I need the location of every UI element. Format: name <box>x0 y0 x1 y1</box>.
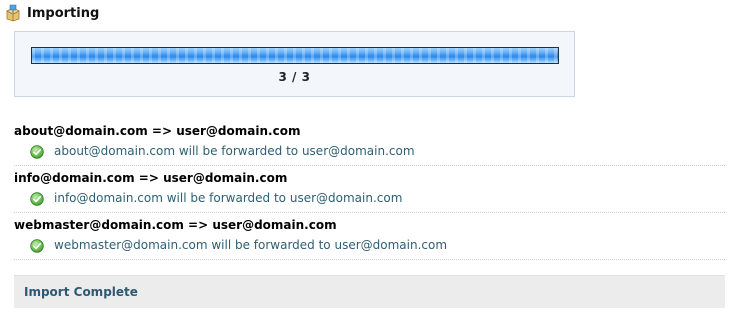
forward-rule-message: webmaster@domain.com will be forwarded t… <box>54 238 448 252</box>
page-header: Importing <box>4 3 99 23</box>
list-item: info@domain.com => user@domain.com info@… <box>14 167 725 213</box>
check-icon <box>30 238 44 253</box>
forward-rule-title: webmaster@domain.com => user@domain.com <box>14 218 337 232</box>
forward-rule-detail: webmaster@domain.com will be forwarded t… <box>14 235 725 255</box>
forward-rule-message: about@domain.com will be forwarded to us… <box>54 144 415 158</box>
forward-rule-title: about@domain.com => user@domain.com <box>14 124 301 138</box>
page-title: Importing <box>27 5 100 21</box>
check-icon <box>30 191 44 206</box>
list-item: about@domain.com => user@domain.com abou… <box>14 120 725 166</box>
forward-rule-message: info@domain.com will be forwarded to use… <box>54 191 403 205</box>
import-status-bar: Import Complete <box>14 275 725 308</box>
progress-count: 3 / 3 <box>278 70 311 84</box>
forward-rule-detail: info@domain.com will be forwarded to use… <box>14 188 725 208</box>
check-icon <box>30 144 44 159</box>
import-results-list: about@domain.com => user@domain.com abou… <box>14 120 725 261</box>
progress-panel: 3 / 3 <box>14 31 575 97</box>
list-item: webmaster@domain.com => user@domain.com … <box>14 214 725 260</box>
forward-rule-title: info@domain.com => user@domain.com <box>14 171 288 185</box>
progress-bar-fill <box>32 48 558 63</box>
import-box-icon <box>4 4 22 22</box>
progress-bar <box>31 47 559 64</box>
import-complete-label: Import Complete <box>24 285 138 299</box>
forward-rule-detail: about@domain.com will be forwarded to us… <box>14 141 725 161</box>
